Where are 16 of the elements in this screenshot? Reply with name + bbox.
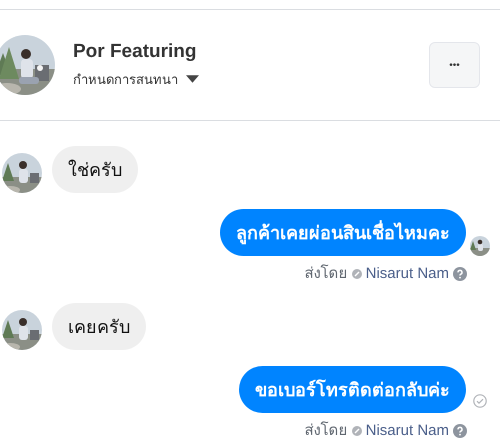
help-icon[interactable]: [453, 266, 467, 280]
sender-link[interactable]: Nisarut Nam: [366, 422, 449, 439]
received-message: เคยครับ: [52, 303, 146, 350]
contact-name: Por Featuring: [73, 40, 198, 62]
blocked-icon: [352, 426, 362, 436]
more-button[interactable]: •••: [429, 42, 480, 88]
help-icon[interactable]: [453, 424, 467, 438]
received-message: ใช่ครับ: [52, 146, 138, 193]
sent-message: ขอเบอร์โทรติดต่อกลับค่ะ: [239, 366, 466, 413]
sent-message: ลูกค้าเคยผ่อนสินเชื่อไหมคะ: [220, 209, 466, 256]
blocked-icon: [352, 268, 362, 278]
sent-by-label: ส่งโดย: [304, 265, 348, 282]
sender-link[interactable]: Nisarut Nam: [366, 265, 449, 282]
caret-icon: [186, 75, 199, 83]
assign-conversation-dropdown[interactable]: กำหนดการสนทนา: [73, 68, 199, 90]
sent-by-label: ส่งโดย: [304, 422, 348, 439]
